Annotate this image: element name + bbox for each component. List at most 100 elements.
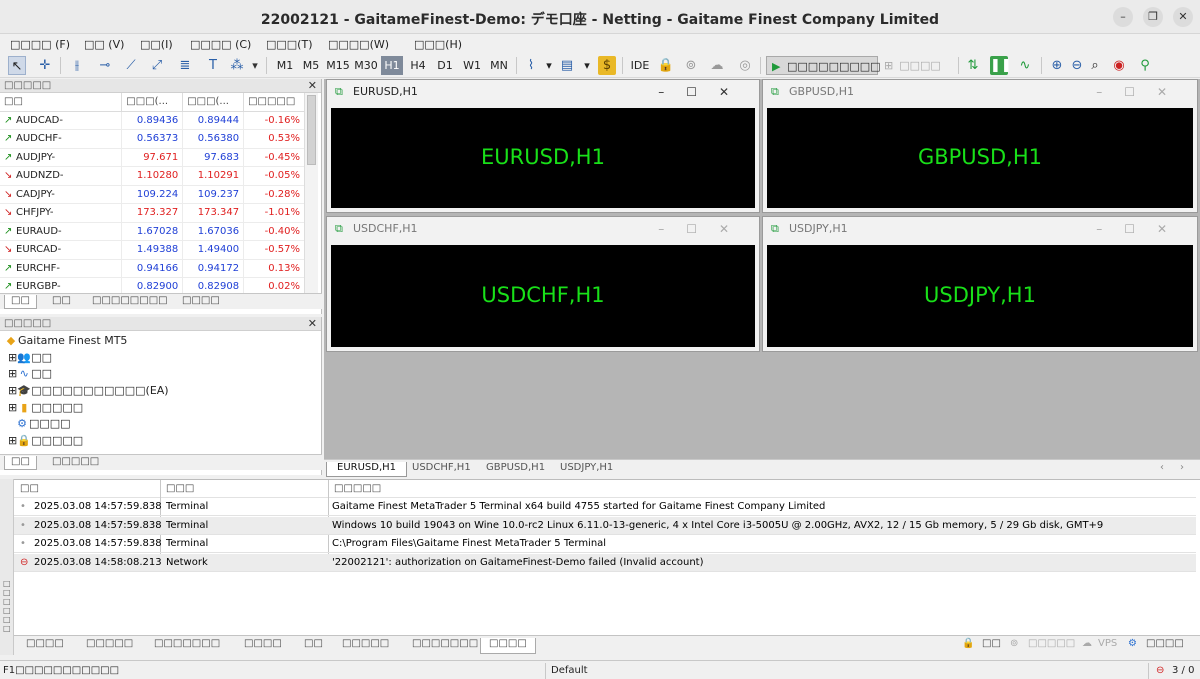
tester-label[interactable]: □□□□ (1146, 638, 1184, 649)
journal-row[interactable]: • 2025.03.08 14:57:59.838 Terminal Gaitame … (14, 498, 1196, 516)
mw-tab-ticks[interactable]: □□□□ (176, 295, 226, 306)
tb-tab-calendar[interactable]: □□□□□ (342, 638, 389, 649)
mw-tab-details[interactable]: □□ (46, 295, 77, 306)
chart-window-usdchf[interactable]: USDCHF,H1 ⧉ –☐✕ USDCHF,H1 (326, 216, 760, 352)
journal-row[interactable]: • 2025.03.08 14:57:59.838 Terminal C:\Progr… (14, 535, 1196, 553)
chart-canvas[interactable]: EURUSD,H1 (331, 108, 755, 208)
vps-label[interactable]: VPS (1098, 638, 1117, 649)
crosshair-icon[interactable]: ✛ (36, 56, 54, 75)
tf-m15[interactable]: M15 (325, 56, 351, 75)
status-profile[interactable]: Default (551, 665, 588, 676)
tf-h1[interactable]: H1 (381, 56, 403, 75)
chart-canvas[interactable]: USDJPY,H1 (767, 245, 1193, 347)
maximize-button[interactable]: ❐ (1143, 7, 1163, 27)
navigator-root[interactable]: ◆ Gaitame Finest MT5 (4, 334, 128, 347)
chart-window-controls[interactable]: –☐✕ (658, 80, 751, 104)
market-watch-close-icon[interactable]: ✕ (308, 79, 317, 92)
navigator-close-icon[interactable]: ✕ (308, 317, 317, 330)
dollar-icon[interactable]: $ (598, 56, 616, 75)
bars-icon[interactable]: ❚❚ (990, 56, 1012, 75)
tab-scroll-right-icon[interactable]: › (1180, 462, 1184, 473)
col-message[interactable]: □□□□□ (334, 480, 381, 498)
shapes-dropdown-icon[interactable]: ▾ (250, 56, 260, 75)
tf-m5[interactable]: M5 (300, 56, 322, 75)
nav-market[interactable]: ⊞🔒□□□□□ (8, 434, 83, 447)
toolbox-side-strip[interactable]: □ □ □ □ □ □ (0, 479, 14, 655)
chart-tab-usdchf[interactable]: USDCHF,H1 (402, 462, 481, 473)
market-watch-row[interactable]: ↗ AUDCAD- 0.89436 0.89444 -0.16% (0, 111, 305, 130)
menu-charts[interactable]: □□□□ (C) (190, 38, 251, 51)
antenna-icon[interactable]: ⚲ (1136, 56, 1154, 75)
zoom-in-icon[interactable]: ⊕ (1048, 56, 1066, 75)
signal-icon[interactable]: ⊚ (682, 56, 700, 75)
vps-icon[interactable]: ☁ (1082, 638, 1092, 649)
vertical-line-icon[interactable]: ⫲ (68, 56, 86, 75)
market-watch-scrollbar[interactable]: ⌄ (304, 93, 318, 303)
chart-window-eurusd[interactable]: EURUSD,H1 ⧉ –☐✕ EURUSD,H1 (326, 79, 760, 213)
chart-type-icon[interactable]: ⌇ (522, 56, 540, 75)
market-watch-row[interactable]: ↗ AUDCHF- 0.56373 0.56380 0.53% (0, 129, 305, 149)
tf-m30[interactable]: M30 (353, 56, 379, 75)
minimize-button[interactable]: – (1113, 7, 1133, 27)
chart-window-controls[interactable]: –☐✕ (1096, 80, 1189, 104)
chart-tab-gbpusd[interactable]: GBPUSD,H1 (476, 462, 555, 473)
col-change[interactable]: □□□□□ (243, 93, 305, 112)
search-icon[interactable]: ⌕ (1086, 56, 1104, 75)
chart-tab-eurusd[interactable]: EURUSD,H1 (326, 462, 408, 477)
nav-experts[interactable]: ⊞🎓□□□□□□□□□□□(EA) (8, 384, 169, 397)
signals-label[interactable]: □□□□□ (1028, 638, 1075, 649)
chart-window-usdjpy[interactable]: USDJPY,H1 ⧉ –☐✕ USDJPY,H1 (762, 216, 1198, 352)
tab-scroll-left-icon[interactable]: ‹ (1160, 462, 1164, 473)
ide-button[interactable]: IDE (628, 56, 652, 75)
indicators-icon[interactable]: ▤ (558, 56, 576, 75)
status-connection[interactable]: 3 / 0 (1172, 665, 1194, 676)
col-source[interactable]: □□□ (166, 480, 194, 498)
channel-icon[interactable]: ⤢ (148, 56, 166, 75)
new-order-button[interactable]: ⊞ □□□□ (884, 56, 950, 75)
mw-tab-trading[interactable]: □□□□□□□□ (86, 295, 174, 306)
tf-mn[interactable]: MN (487, 56, 511, 75)
col-symbol[interactable]: □□ (0, 93, 123, 112)
nav-indicators[interactable]: ⊞ ∿ □□ (8, 367, 52, 380)
tf-w1[interactable]: W1 (460, 56, 484, 75)
chart-window-controls[interactable]: –☐✕ (1096, 217, 1189, 241)
col-ask[interactable]: □□□(... (182, 93, 245, 112)
journal-row[interactable]: ⊖ 2025.03.08 14:58:08.213 Network '22002121… (14, 553, 1196, 572)
tf-h4[interactable]: H4 (407, 56, 429, 75)
nav-accounts[interactable]: ⊞👥□□ (8, 351, 52, 364)
tb-tab-mailbox[interactable]: □□ (304, 638, 323, 649)
signals-icon[interactable]: ⊚ (1010, 638, 1018, 649)
tb-tab-journal[interactable]: □□□□ (480, 638, 536, 654)
trendline-icon[interactable]: ⟋ (122, 56, 140, 75)
notification-icon[interactable]: ◉ (1110, 56, 1128, 75)
tb-tab-history[interactable]: □□□□□□□ (154, 638, 220, 649)
tb-tab-news[interactable]: □□□□ (244, 638, 282, 649)
mw-tab-symbols[interactable]: □□ (4, 295, 37, 309)
depth-icon[interactable]: ⇅ (964, 56, 982, 75)
tf-m1[interactable]: M1 (274, 56, 296, 75)
lock-icon[interactable]: 🔒 (657, 56, 675, 75)
market-watch-row[interactable]: ↗ EURCHF- 0.94166 0.94172 0.13% (0, 259, 305, 278)
zoom-out-icon[interactable]: ⊖ (1068, 56, 1086, 75)
shapes-icon[interactable]: ⁂ (228, 56, 246, 75)
chart-window-gbpusd[interactable]: GBPUSD,H1 ⧉ –☐✕ GBPUSD,H1 (762, 79, 1198, 213)
safe-label[interactable]: □□ (982, 638, 1001, 649)
market-watch-row[interactable]: ↗ AUDJPY- 97.671 97.683 -0.45% (0, 148, 305, 167)
col-bid[interactable]: □□□(... (121, 93, 184, 112)
text-icon[interactable]: T (204, 56, 222, 75)
tb-tab-alerts[interactable]: □□□□□□□ (412, 638, 478, 649)
tf-d1[interactable]: D1 (434, 56, 456, 75)
market-watch-row[interactable]: ↗ EURAUD- 1.67028 1.67036 -0.40% (0, 222, 305, 241)
line-chart-icon[interactable]: ∿ (1016, 56, 1034, 75)
fibonacci-icon[interactable]: ≣ (176, 56, 194, 75)
globe-icon[interactable]: ◎ (736, 56, 754, 75)
menu-help[interactable]: □□□(H) (414, 38, 462, 51)
menu-file[interactable]: □□□□ (F) (10, 38, 70, 51)
tb-tab-trade[interactable]: □□□□ (26, 638, 64, 649)
nav-tab-favorites[interactable]: □□□□□ (46, 456, 105, 467)
safe-lock-icon[interactable]: 🔒 (962, 638, 974, 649)
chart-tab-usdjpy[interactable]: USDJPY,H1 (550, 462, 623, 473)
menu-tools[interactable]: □□□(T) (266, 38, 312, 51)
col-time[interactable]: □□ (20, 480, 39, 498)
journal-row[interactable]: • 2025.03.08 14:57:59.838 Terminal Windows … (14, 516, 1196, 535)
